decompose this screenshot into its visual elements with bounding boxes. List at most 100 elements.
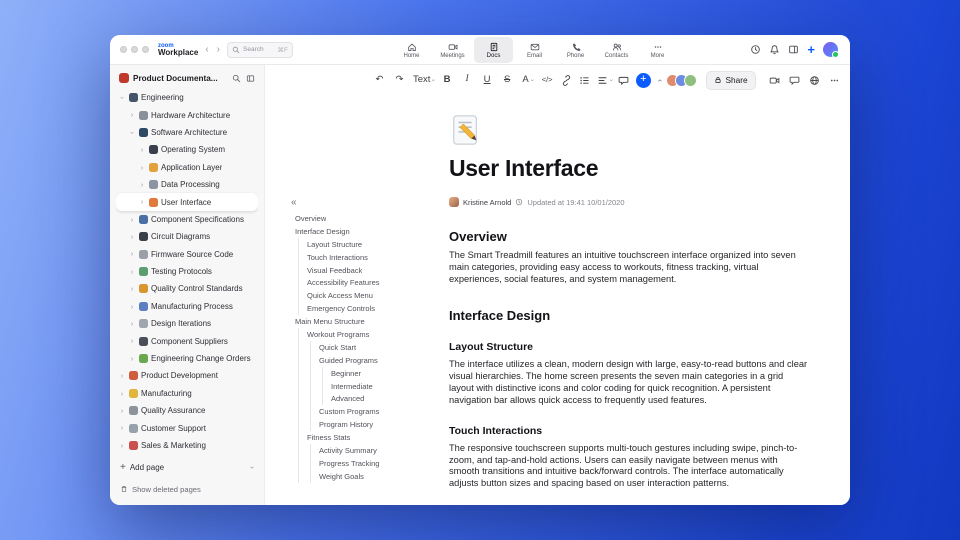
collaborator-avatar[interactable] xyxy=(684,73,698,87)
tab-more[interactable]: More xyxy=(638,37,677,63)
tab-email[interactable]: Email xyxy=(515,37,554,63)
author-avatar[interactable] xyxy=(449,197,459,208)
global-search-input[interactable]: Search ⌘F xyxy=(227,41,293,58)
sidebar-page-item[interactable]: › Quality Control Standards xyxy=(116,280,258,297)
tab-phone[interactable]: Phone xyxy=(556,37,595,63)
outline-item[interactable]: Interface Design xyxy=(289,225,415,238)
chevron-icon[interactable]: › xyxy=(138,198,146,206)
chevron-icon[interactable]: › xyxy=(118,442,126,450)
outline-item[interactable]: Activity Summary xyxy=(289,444,415,457)
sidebar-page-item[interactable]: › Manufacturing Process xyxy=(116,298,258,315)
sidebar-page-item[interactable]: › Engineering Change Orders xyxy=(116,350,258,367)
new-item-button[interactable]: + xyxy=(807,43,815,56)
chevron-icon[interactable]: › xyxy=(128,216,136,224)
outline-item[interactable]: Visual Feedback xyxy=(289,263,415,277)
forward-button[interactable]: › xyxy=(216,44,221,55)
chevron-icon[interactable]: › xyxy=(118,424,126,432)
collapse-sidebar-icon[interactable] xyxy=(246,74,255,83)
sidebar-page-item[interactable]: › Design Iterations xyxy=(116,315,258,332)
tab-docs[interactable]: Docs xyxy=(474,37,513,63)
memo-emoji-icon[interactable] xyxy=(449,113,483,147)
sidebar-page-item[interactable]: › Firmware Source Code xyxy=(116,246,258,263)
workspace-header[interactable]: Product Documenta... xyxy=(116,70,258,86)
italic-button[interactable]: I xyxy=(461,71,474,89)
sidebar-page-item[interactable]: › Circuit Diagrams xyxy=(116,228,258,245)
outline-item[interactable]: Advanced xyxy=(289,392,415,406)
text-color-dropdown[interactable]: A › xyxy=(521,71,535,89)
chat-icon[interactable] xyxy=(789,75,800,86)
outline-item[interactable]: Guided Programs xyxy=(289,353,415,367)
sidebar-page-item[interactable]: › Product Development xyxy=(116,367,258,384)
outline-item[interactable]: Main Menu Structure xyxy=(289,315,415,328)
redo-button[interactable]: ↷ xyxy=(393,71,406,89)
sidebar-page-item[interactable]: › Component Suppliers xyxy=(116,332,258,349)
chevron-icon[interactable]: › xyxy=(128,337,136,345)
chevron-icon[interactable]: › xyxy=(138,163,146,172)
clock-icon[interactable] xyxy=(750,44,761,55)
outline-item[interactable]: Workout Programs xyxy=(289,328,415,341)
code-button[interactable]: </> xyxy=(541,71,554,89)
chevron-down-icon[interactable]: › xyxy=(248,466,257,469)
tab-contacts[interactable]: Contacts xyxy=(597,37,636,63)
underline-button[interactable]: U xyxy=(481,71,494,89)
chevron-icon[interactable]: › xyxy=(128,320,136,328)
outline-item[interactable]: Custom Programs xyxy=(289,405,415,419)
insert-block-button[interactable]: + xyxy=(635,72,651,88)
text-style-dropdown[interactable]: Text › xyxy=(413,71,437,89)
chevron-icon[interactable]: › xyxy=(118,372,126,380)
tab-home[interactable]: Home xyxy=(392,37,431,63)
back-button[interactable]: ‹ xyxy=(204,44,209,55)
sidebar-page-item[interactable]: › Quality Assurance xyxy=(116,402,258,419)
outline-item[interactable]: Beginner xyxy=(289,366,415,380)
side-panel-icon[interactable] xyxy=(788,44,799,55)
bell-icon[interactable] xyxy=(769,44,780,55)
list-icon[interactable] xyxy=(579,75,590,86)
share-button[interactable]: Share xyxy=(706,70,756,90)
maximize-window-button[interactable] xyxy=(142,46,149,53)
chevron-icon[interactable]: › xyxy=(118,407,126,415)
user-avatar[interactable] xyxy=(823,42,839,58)
chevron-icon[interactable]: › xyxy=(118,390,126,398)
video-camera-icon[interactable] xyxy=(769,75,780,86)
outline-item[interactable]: Progress Tracking xyxy=(289,456,415,470)
outline-item[interactable]: Intermediate xyxy=(289,379,415,393)
sidebar-page-item[interactable]: › Manufacturing xyxy=(116,385,258,402)
comment-icon[interactable] xyxy=(618,75,629,86)
outline-item[interactable]: Quick Start xyxy=(289,340,415,354)
chevron-icon[interactable]: › xyxy=(128,128,137,136)
search-icon[interactable] xyxy=(232,74,241,83)
outline-item[interactable]: Touch Interactions xyxy=(289,250,415,264)
sidebar-page-item[interactable]: › Data Processing xyxy=(116,176,258,193)
sidebar-page-item[interactable]: › Sales & Marketing xyxy=(116,437,258,454)
minimize-window-button[interactable] xyxy=(131,46,138,53)
sidebar-page-item[interactable]: › Testing Protocols xyxy=(116,263,258,280)
outline-item[interactable]: Layout Structure xyxy=(289,237,415,251)
show-deleted-pages-button[interactable]: Show deleted pages xyxy=(116,481,258,497)
chevron-icon[interactable]: › xyxy=(138,146,146,154)
chevron-icon[interactable]: › xyxy=(128,233,136,241)
chevron-icon[interactable]: › xyxy=(128,111,136,119)
chevron-icon[interactable]: › xyxy=(118,94,127,102)
outline-item[interactable]: Program History xyxy=(289,418,415,432)
add-page-button[interactable]: + Add page › xyxy=(116,458,258,477)
outline-item[interactable]: Quick Access Menu xyxy=(289,289,415,303)
collapse-toolbar-icon[interactable]: › xyxy=(655,79,664,82)
outline-item[interactable]: Overview xyxy=(289,212,415,225)
chevron-icon[interactable]: › xyxy=(128,285,136,293)
sidebar-page-item[interactable]: › User Interface xyxy=(116,193,258,211)
close-window-button[interactable] xyxy=(120,46,127,53)
link-icon[interactable] xyxy=(561,74,572,86)
globe-icon[interactable] xyxy=(809,75,820,86)
chevron-icon[interactable]: › xyxy=(128,268,136,276)
sidebar-page-item[interactable]: › Engineering xyxy=(116,89,258,106)
chevron-icon[interactable]: › xyxy=(128,355,136,363)
strikethrough-button[interactable]: S xyxy=(501,71,514,89)
collapse-outline-button[interactable]: « xyxy=(291,198,415,208)
outline-item[interactable]: Emergency Controls xyxy=(289,302,415,316)
sidebar-page-item[interactable]: › Customer Support xyxy=(116,419,258,436)
sidebar-page-item[interactable]: › Software Architecture xyxy=(116,124,258,141)
chevron-icon[interactable]: › xyxy=(138,181,146,189)
undo-button[interactable]: ↶ xyxy=(373,71,386,89)
outline-item[interactable]: Fitness Stats xyxy=(289,431,415,445)
more-dots-icon[interactable] xyxy=(829,75,840,86)
